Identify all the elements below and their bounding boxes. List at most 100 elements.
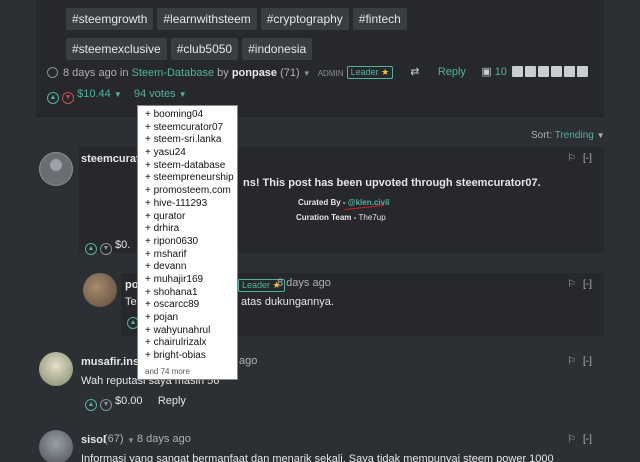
comment-payout[interactable]: $0.00 <box>115 395 143 407</box>
flag-icon[interactable]: ⚐ <box>567 434 576 445</box>
facebook-icon[interactable] <box>512 66 523 77</box>
collapse-button[interactable]: [-] <box>583 434 592 445</box>
tag[interactable]: #steemgrowth <box>66 8 154 30</box>
in-word: in <box>119 67 129 79</box>
avatar[interactable] <box>39 430 73 462</box>
flag-icon[interactable]: ⚐ <box>567 356 576 367</box>
community-link[interactable]: Steem-Database <box>132 67 215 79</box>
leader-badge: Leader ★ <box>346 66 394 79</box>
voter-item[interactable]: + bright-obias <box>138 350 237 363</box>
comment-vote-bar: ▲ ▼ $0.00 Reply <box>85 395 186 411</box>
reply-age[interactable]: 8 days ago <box>277 277 331 289</box>
tag[interactable]: #cryptography <box>260 8 349 30</box>
tag[interactable]: #fintech <box>352 8 407 30</box>
twitter-icon[interactable] <box>525 66 536 77</box>
post-actions: ⇄ Reply ▣ 10 <box>410 65 588 78</box>
voter-item[interactable]: + shohana1 <box>138 287 237 300</box>
caret-down-icon[interactable]: ▼ <box>303 69 311 78</box>
flag-icon[interactable]: ⚐ <box>567 153 576 164</box>
voter-item[interactable]: + steempreneurship <box>138 172 237 185</box>
voter-item[interactable]: + oscarcc89 <box>138 299 237 312</box>
downvote-icon[interactable]: ▼ <box>100 399 112 411</box>
comment-text: Informasi yang sangat bermanfaat dan men… <box>81 453 554 462</box>
sort-value[interactable]: Trending <box>555 130 594 141</box>
star-icon: ★ <box>381 67 390 77</box>
comment-payout[interactable]: $0. <box>115 239 130 251</box>
voter-item[interactable]: + wahyunahrul <box>138 325 237 338</box>
reddit-icon[interactable] <box>538 66 549 77</box>
upvote-icon[interactable]: ▲ <box>85 243 97 255</box>
caret-down-icon: ▼ <box>596 131 605 140</box>
tag[interactable]: #club5050 <box>170 38 239 60</box>
reply-text-end: atas dukungannya. <box>241 296 334 308</box>
voter-item[interactable]: + qurator <box>138 211 237 224</box>
tag[interactable]: #learnwithsteem <box>157 8 257 30</box>
voter-item[interactable]: + ripon0630 <box>138 236 237 249</box>
collapse-button[interactable]: [-] <box>583 279 592 290</box>
voter-item[interactable]: + steem-database <box>138 160 237 173</box>
leader-badge-label: Leader <box>350 67 379 77</box>
voter-item[interactable]: + pojan <box>138 312 237 325</box>
voter-item[interactable]: + drhira <box>138 223 237 236</box>
curation-team: Curation Team - The7up <box>296 213 386 222</box>
downvote-icon[interactable]: ▼ <box>100 243 112 255</box>
post-payout[interactable]: $10.44 <box>77 88 111 100</box>
reply-text-start: Te <box>125 296 137 308</box>
reply-link[interactable]: Reply <box>438 66 466 78</box>
voters-dropdown: + booming04 + steemcurator07 + steem-sri… <box>137 105 238 380</box>
voter-item[interactable]: + promosteem.com <box>138 185 237 198</box>
voter-item[interactable]: + steem-sri.lanka <box>138 134 237 147</box>
votes-toggle[interactable]: 94 votes <box>134 88 176 100</box>
by-word: by <box>217 67 229 79</box>
tag[interactable]: #indonesia <box>242 38 313 60</box>
vote-bar: ▲ ▼ $10.44 ▼ 94 votes ▼ <box>47 88 187 104</box>
clock-icon <box>47 67 58 78</box>
voter-item[interactable]: + hive-111293 <box>138 198 237 211</box>
collapse-button[interactable]: [-] <box>583 356 592 367</box>
email-icon[interactable] <box>551 66 562 77</box>
tag[interactable]: #steemexclusive <box>66 38 167 60</box>
comment-age[interactable]: 8 days ago <box>137 433 191 445</box>
collapse-button[interactable]: [-] <box>583 153 592 164</box>
flag-icon[interactable]: ⚐ <box>567 279 576 290</box>
upvote-icon[interactable]: ▲ <box>85 399 97 411</box>
link-icon[interactable] <box>577 66 588 77</box>
voter-item[interactable]: + devann <box>138 261 237 274</box>
more-voters: and 74 more <box>145 366 190 376</box>
comment-count[interactable]: 10 <box>495 66 507 78</box>
comment-age[interactable]: ago <box>239 355 257 367</box>
curation-team-label: Curation Team - <box>296 213 357 222</box>
caret-down-icon[interactable]: ▼ <box>127 436 135 445</box>
comment-vote-bar: ▲ ▼ $0. <box>85 239 130 255</box>
voter-item[interactable]: + booming04 <box>138 109 237 122</box>
caret-down-icon[interactable]: ▼ <box>179 90 187 99</box>
avatar[interactable] <box>83 273 117 307</box>
tag-list: #steemgrowth #learnwithsteem #cryptography… <box>66 8 506 68</box>
reblog-icon[interactable]: ⇄ <box>410 66 419 78</box>
leader-badge-label: Leader <box>242 280 271 290</box>
curated-by-label: Curated By - <box>298 198 346 207</box>
reply-link[interactable]: Reply <box>158 395 186 407</box>
post-author[interactable]: ponpase <box>232 67 277 79</box>
author-reputation: (71) <box>280 67 300 79</box>
comment-author[interactable]: steemcurat <box>81 153 140 165</box>
post-meta: 8 days ago in Steem-Database by ponpase … <box>47 66 394 79</box>
post-age[interactable]: 8 days ago <box>63 67 117 79</box>
avatar[interactable] <box>39 352 73 386</box>
curation-team-name: The7up <box>358 213 386 222</box>
voter-item[interactable]: + steemcurator07 <box>138 122 237 135</box>
downvote-icon[interactable]: ▼ <box>62 92 75 104</box>
comment-author[interactable]: sisol <box>81 434 106 446</box>
comment-title: ns! This post has been upvoted through s… <box>243 177 541 189</box>
voter-item[interactable]: + chairulrizalx <box>138 337 237 350</box>
sort-control[interactable]: Sort: Trending ▼ <box>531 130 605 141</box>
caret-down-icon[interactable]: ▼ <box>114 90 122 99</box>
voter-item[interactable]: + yasu24 <box>138 147 237 160</box>
voter-item[interactable]: + muhajir169 <box>138 274 237 287</box>
sort-label: Sort: <box>531 130 553 141</box>
avatar[interactable] <box>39 152 73 186</box>
upvote-icon[interactable]: ▲ <box>47 92 59 104</box>
comments-icon: ▣ <box>481 66 492 78</box>
voter-item[interactable]: + msharif <box>138 249 237 262</box>
linkedin-icon[interactable] <box>564 66 575 77</box>
